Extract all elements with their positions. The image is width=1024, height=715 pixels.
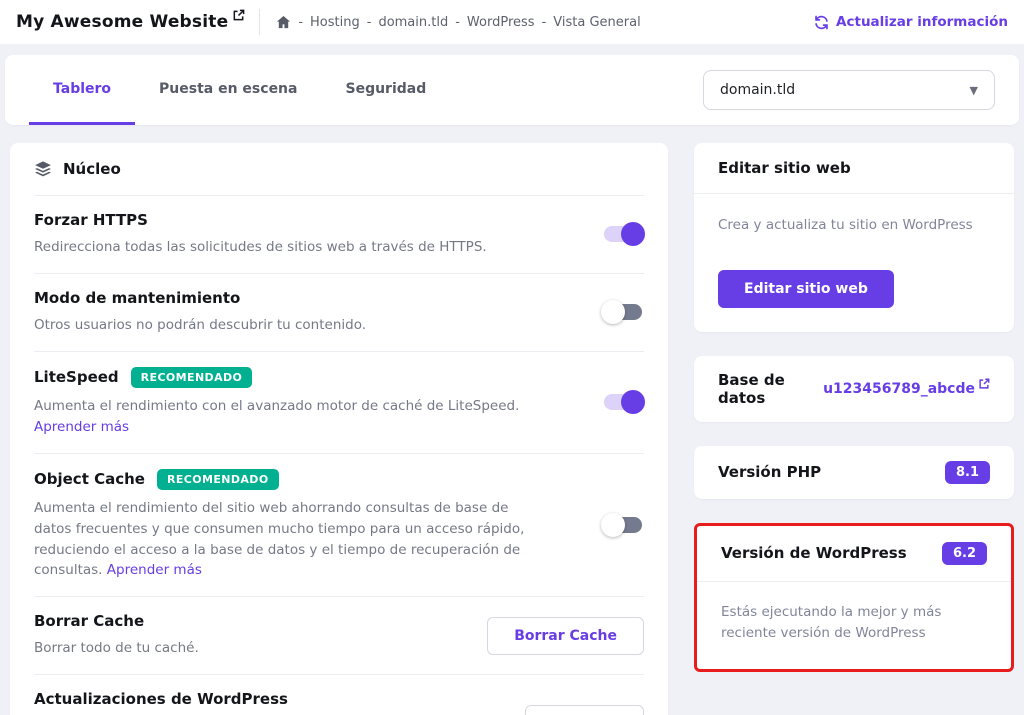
- database-link-text: u123456789_abcde: [823, 381, 975, 397]
- domain-select-value: domain.tld: [720, 82, 795, 98]
- change-updates-button[interactable]: Cambiar: [525, 705, 644, 715]
- refresh-icon: [814, 15, 829, 30]
- php-version-card: Versión PHP 8.1: [694, 446, 1014, 499]
- refresh-label: Actualizar información: [836, 14, 1008, 30]
- tabs-bar: Tablero Puesta en escena Seguridad domai…: [5, 55, 1019, 125]
- home-icon[interactable]: [276, 15, 291, 30]
- main-content: Núcleo Forzar HTTPS Redirecciona todas l…: [0, 125, 1024, 715]
- setting-title: Object Cache: [34, 470, 145, 488]
- chevron-down-icon: ▼: [970, 84, 978, 97]
- breadcrumb-item-hosting[interactable]: Hosting: [310, 15, 360, 30]
- setting-description: Aumenta el rendimiento con el avanzado m…: [34, 398, 519, 414]
- card-body: Estás ejecutando la mejor y más reciente…: [697, 582, 1011, 669]
- setting-row-litespeed: LiteSpeed RECOMENDADO Aumenta el rendimi…: [34, 352, 644, 454]
- php-version-badge: 8.1: [945, 461, 990, 484]
- toggle-knob: [621, 390, 645, 414]
- setting-title: Borrar Cache: [34, 612, 144, 630]
- breadcrumb-item-domain[interactable]: domain.tld: [378, 15, 448, 30]
- tab-tablero[interactable]: Tablero: [29, 55, 135, 125]
- setting-text: Modo de mantenimiento Otros usuarios no …: [34, 289, 366, 336]
- toggle-knob: [621, 222, 645, 246]
- card-title: Versión PHP: [718, 463, 821, 481]
- card-header: Editar sitio web: [694, 143, 1014, 194]
- toggle-knob: [601, 300, 625, 324]
- setting-description: Borrar todo de tu caché.: [34, 638, 199, 659]
- edit-website-card: Editar sitio web Crea y actualiza tu sit…: [694, 143, 1014, 332]
- breadcrumb-separator: -: [542, 15, 547, 30]
- database-link[interactable]: u123456789_abcde: [823, 381, 990, 397]
- card-title: Versión de WordPress: [721, 544, 907, 562]
- card-title: Base de datos: [718, 371, 823, 407]
- forzar-https-toggle[interactable]: [604, 226, 642, 242]
- setting-title: Forzar HTTPS: [34, 211, 148, 229]
- setting-row-object-cache: Object Cache RECOMENDADO Aumenta el rend…: [34, 454, 644, 598]
- breadcrumb-separator: -: [455, 15, 460, 30]
- breadcrumb-item-wordpress[interactable]: WordPress: [467, 15, 535, 30]
- setting-row-forzar-https: Forzar HTTPS Redirecciona todas las soli…: [34, 196, 644, 274]
- divider: [259, 9, 260, 35]
- object-cache-toggle[interactable]: [604, 517, 642, 533]
- refresh-info-button[interactable]: Actualizar información: [814, 14, 1008, 30]
- breadcrumb-separator: -: [367, 15, 372, 30]
- card-description: Crea y actualiza tu sitio en WordPress: [718, 215, 990, 237]
- learn-more-link[interactable]: Aprender más: [34, 419, 129, 435]
- toggle-knob: [601, 513, 625, 537]
- core-card-title: Núcleo: [63, 160, 121, 178]
- setting-row-actualizaciones: Actualizaciones de WordPress Las actuali…: [34, 675, 644, 715]
- clear-cache-button[interactable]: Borrar Cache: [487, 617, 644, 655]
- setting-text: LiteSpeed RECOMENDADO Aumenta el rendimi…: [34, 367, 539, 438]
- breadcrumb-separator: -: [298, 15, 303, 30]
- setting-description: Otros usuarios no podrán descubrir tu co…: [34, 315, 366, 336]
- setting-row-mantenimiento: Modo de mantenimiento Otros usuarios no …: [34, 274, 644, 352]
- recommended-badge: RECOMENDADO: [157, 469, 279, 490]
- tab-seguridad[interactable]: Seguridad: [321, 55, 450, 125]
- setting-row-borrar-cache: Borrar Cache Borrar todo de tu caché. Bo…: [34, 597, 644, 675]
- external-link-icon: [978, 378, 990, 390]
- card-body: Crea y actualiza tu sitio en WordPress E…: [694, 194, 1014, 332]
- wordpress-version-card: Versión de WordPress 6.2 Estás ejecutand…: [694, 523, 1014, 672]
- core-card: Núcleo Forzar HTTPS Redirecciona todas l…: [10, 143, 668, 715]
- setting-text: Forzar HTTPS Redirecciona todas las soli…: [34, 211, 487, 258]
- card-description: Estás ejecutando la mejor y más reciente…: [721, 602, 987, 645]
- breadcrumb-item-vista-general[interactable]: Vista General: [553, 15, 640, 30]
- setting-text: Actualizaciones de WordPress Las actuali…: [34, 690, 525, 715]
- card-header: Versión de WordPress 6.2: [697, 526, 1011, 582]
- site-title: My Awesome Website: [16, 12, 228, 32]
- layers-icon: [34, 160, 52, 178]
- recommended-badge: RECOMENDADO: [131, 367, 253, 388]
- breadcrumb: - Hosting - domain.tld - WordPress - Vis…: [276, 15, 640, 30]
- setting-description: Redirecciona todas las solicitudes de si…: [34, 237, 487, 258]
- domain-select[interactable]: domain.tld ▼: [703, 70, 995, 110]
- database-card: Base de datos u123456789_abcde: [694, 356, 1014, 422]
- tab-puesta-en-escena[interactable]: Puesta en escena: [135, 55, 321, 125]
- external-link-icon[interactable]: [232, 7, 245, 26]
- setting-title: Actualizaciones de WordPress: [34, 690, 288, 708]
- card-title: Editar sitio web: [718, 159, 851, 177]
- setting-title: Modo de mantenimiento: [34, 289, 240, 307]
- setting-text: Object Cache RECOMENDADO Aumenta el rend…: [34, 469, 539, 582]
- top-bar: My Awesome Website - Hosting - domain.tl…: [0, 0, 1024, 44]
- learn-more-link[interactable]: Aprender más: [107, 562, 202, 578]
- core-card-header: Núcleo: [34, 143, 644, 196]
- wordpress-version-badge: 6.2: [942, 542, 987, 565]
- sidebar-column: Editar sitio web Crea y actualiza tu sit…: [694, 143, 1014, 672]
- litespeed-toggle[interactable]: [604, 394, 642, 410]
- setting-text: Borrar Cache Borrar todo de tu caché.: [34, 612, 199, 659]
- setting-title: LiteSpeed: [34, 368, 119, 386]
- maintenance-mode-toggle[interactable]: [604, 304, 642, 320]
- edit-website-button[interactable]: Editar sitio web: [718, 270, 894, 308]
